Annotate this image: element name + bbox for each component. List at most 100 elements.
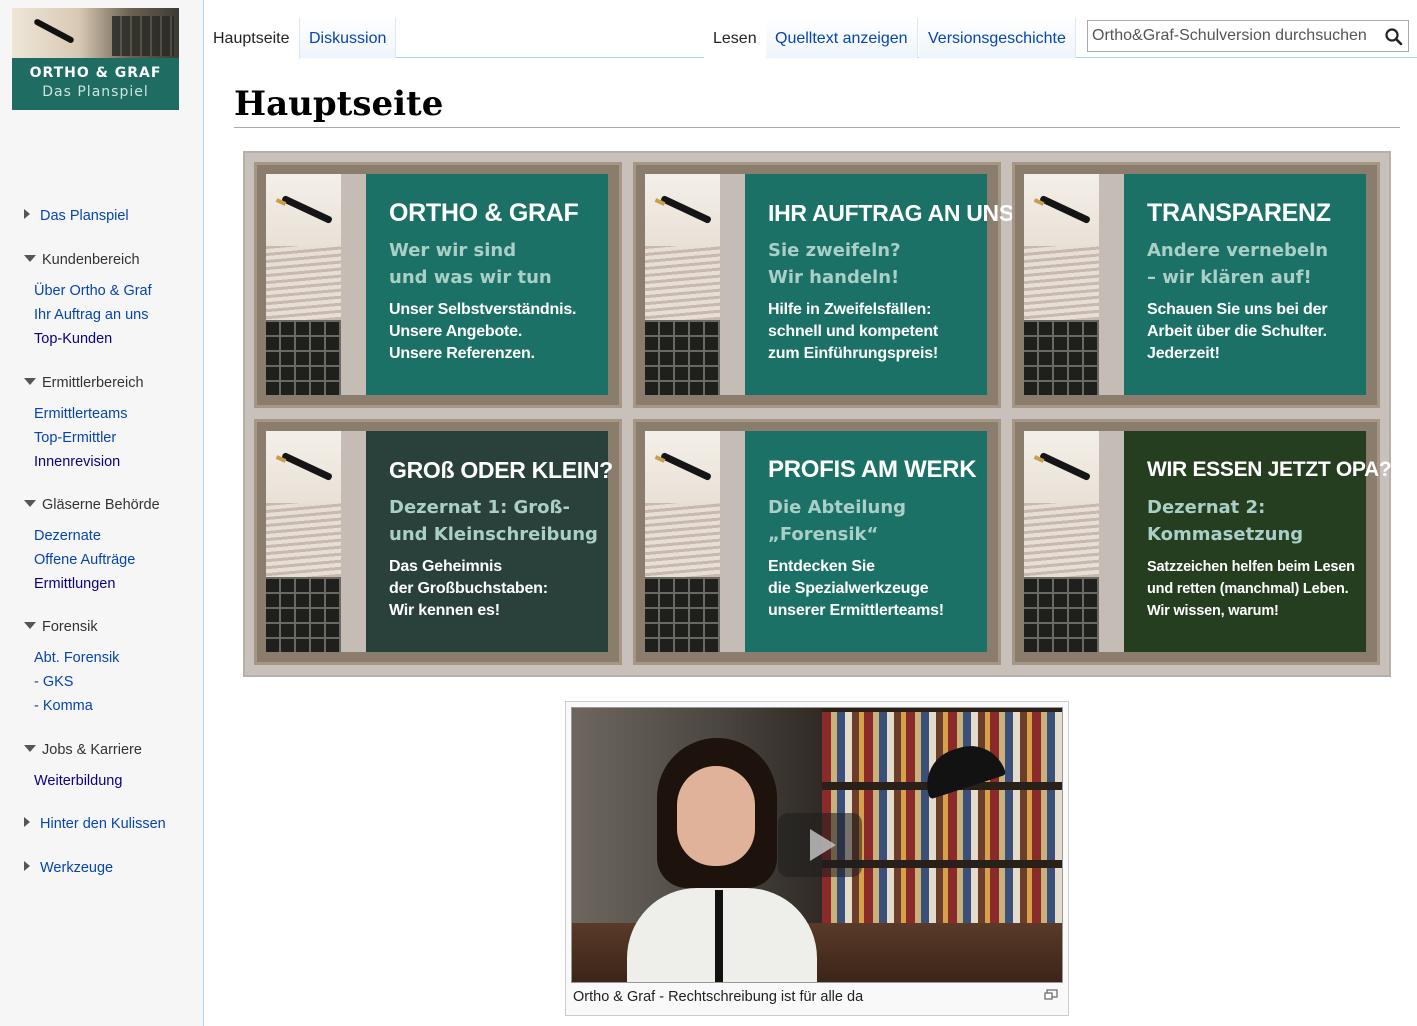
logo-subtitle: Das Planspiel [42, 84, 149, 100]
sidebar-item-gks[interactable]: - GKS [34, 674, 73, 690]
tile-panel: GROß ODER KLEIN? Dezernat 1: Groß- und K… [366, 431, 613, 652]
keyboard-icon [266, 577, 341, 652]
sidebar-item-ihr-auftrag[interactable]: Ihr Auftrag an uns [34, 307, 148, 323]
tile-panel: ORTHO & GRAF Wer wir sind und was wir tu… [366, 174, 608, 395]
search-icon[interactable] [1384, 27, 1404, 47]
tile-panel: WIR ESSEN JETZT OPA?! Dezernat 2: Kommas… [1124, 431, 1399, 652]
chevron-down-icon [24, 378, 36, 385]
tile-gross-oder-klein[interactable]: GROß ODER KLEIN? Dezernat 1: Groß- und K… [254, 419, 622, 665]
tab-versionsgeschichte[interactable]: Versionsgeschichte [919, 18, 1076, 58]
tile-subtitle: „Forensik“ [768, 524, 879, 545]
tile-panel: PROFIS AM WERK Die Abteilung „Forensik“ … [745, 431, 987, 652]
search-box [1087, 20, 1409, 52]
sidebar-item-werkzeuge[interactable]: Werkzeuge [24, 860, 113, 876]
chevron-down-icon [24, 255, 36, 262]
sidebar-section-kundenbereich[interactable]: Kundenbereich [24, 252, 140, 268]
tile-subtitle: Wir handeln! [768, 267, 900, 288]
sidebar-item-offene-auftraege[interactable]: Offene Aufträge [34, 552, 135, 568]
tab-hauptseite[interactable]: Hauptseite [204, 18, 300, 59]
sidebar-item-ueber-ortho-graf[interactable]: Über Ortho & Graf [34, 283, 152, 299]
sidebar-item-das-planspiel[interactable]: Das Planspiel [24, 208, 129, 224]
tile-ihr-auftrag[interactable]: IHR AUFTRAG AN UNS Sie zweifeln? Wir han… [633, 162, 1014, 408]
title-divider [234, 127, 1400, 128]
sidebar-item-ermittlungen[interactable]: Ermittlungen [34, 576, 115, 592]
tile-text: Satzzeichen helfen beim Lesen [1147, 559, 1355, 575]
tile-subtitle: Die Abteilung [768, 497, 907, 518]
tile-panel: IHR AUFTRAG AN UNS Sie zweifeln? Wir han… [745, 174, 1014, 395]
sidebar-item-innenrevision[interactable]: Innenrevision [34, 454, 120, 470]
chevron-down-icon [24, 500, 36, 507]
sidebar-section-forensik[interactable]: Forensik [24, 619, 98, 635]
tile-text: und retten (manchmal) Leben. [1147, 581, 1349, 597]
sidebar-section-jobs[interactable]: Jobs & Karriere [24, 742, 142, 758]
tile-text: Wir kennen es! [389, 602, 500, 619]
tile-heading: PROFIS AM WERK [768, 456, 977, 483]
video-thumbnail-box: Ortho & Graf - Rechtschreibung ist für a… [565, 701, 1069, 1016]
tile-image [1024, 174, 1099, 395]
chevron-right-icon [24, 209, 30, 219]
play-icon[interactable] [778, 813, 862, 877]
tile-heading: TRANSPARENZ [1147, 199, 1331, 227]
tile-wir-essen-jetzt-opa[interactable]: WIR ESSEN JETZT OPA?! Dezernat 2: Kommas… [1012, 419, 1399, 665]
sidebar-section-ermittlerbereich[interactable]: Ermittlerbereich [24, 375, 144, 391]
tile-heading: GROß ODER KLEIN? [389, 457, 613, 483]
tile-text: Wir wissen, warum! [1147, 603, 1279, 619]
keyboard-icon [645, 577, 720, 652]
tile-text: Unsere Angebote. [389, 323, 523, 340]
tile-image [266, 174, 341, 395]
tile-text: Entdecken Sie [768, 558, 875, 575]
tile-heading: WIR ESSEN JETZT OPA?! [1147, 458, 1399, 481]
tile-image [1024, 431, 1099, 652]
sidebar-section-glaeserne-behoerde[interactable]: Gläserne Behörde [24, 497, 160, 513]
video-player[interactable] [571, 707, 1063, 983]
tile-subtitle: Kommasetzung [1147, 524, 1304, 545]
tile-text: zum Einführungspreis! [768, 345, 939, 362]
tile-subtitle: Andere vernebeln [1147, 240, 1329, 261]
tile-panel: TRANSPARENZ Andere vernebeln – wir kläre… [1124, 174, 1366, 395]
tile-subtitle: – wir klären auf! [1147, 267, 1312, 288]
tile-text: die Spezialwerkzeuge [768, 580, 929, 597]
sidebar-item-ermittlerteams[interactable]: Ermittlerteams [34, 406, 127, 422]
tile-image [266, 431, 341, 652]
tab-lesen[interactable]: Lesen [704, 18, 767, 59]
tile-grid: ORTHO & GRAF Wer wir sind und was wir tu… [243, 151, 1399, 677]
tile-text: Hilfe in Zweifelsfällen: [768, 301, 932, 318]
site-logo[interactable]: ORTHO & GRAF Das Planspiel [12, 8, 179, 110]
sidebar-section-label: Gläserne Behörde [42, 497, 160, 513]
sidebar-item-komma[interactable]: - Komma [34, 698, 93, 714]
tile-profis-am-werk[interactable]: PROFIS AM WERK Die Abteilung „Forensik“ … [633, 419, 1001, 665]
sidebar-item-dezernate[interactable]: Dezernate [34, 528, 101, 544]
tile-text: Unsere Referenzen. [389, 345, 535, 362]
video-caption: Ortho & Graf - Rechtschreibung ist für a… [573, 989, 864, 1005]
logo-title: ORTHO & GRAF [29, 65, 162, 81]
tile-ortho-graf[interactable]: ORTHO & GRAF Wer wir sind und was wir tu… [254, 162, 622, 408]
keyboard-icon [1024, 320, 1099, 395]
sidebar-item-top-ermittler[interactable]: Top-Ermittler [34, 430, 116, 446]
sidebar-section-label: Kundenbereich [42, 252, 140, 268]
sidebar-item-top-kunden[interactable]: Top-Kunden [34, 331, 112, 347]
tile-subtitle: Wer wir sind [389, 240, 517, 261]
search-input[interactable] [1088, 21, 1378, 51]
tab-quelltext-anzeigen[interactable]: Quelltext anzeigen [766, 18, 918, 58]
keyboard-icon [1024, 577, 1099, 652]
tile-text: schnell und kompetent [768, 323, 939, 340]
tab-diskussion[interactable]: Diskussion [300, 18, 397, 58]
tile-heading: IHR AUFTRAG AN UNS [768, 200, 1014, 226]
tile-transparenz[interactable]: TRANSPARENZ Andere vernebeln – wir kläre… [1012, 162, 1380, 408]
chevron-down-icon [24, 745, 36, 752]
sidebar-item-abt-forensik[interactable]: Abt. Forensik [34, 650, 119, 666]
chevron-down-icon [24, 622, 36, 629]
chevron-right-icon [24, 861, 30, 871]
sidebar-section-label: Ermittlerbereich [42, 375, 144, 391]
sidebar-item-hinter-den-kulissen[interactable]: Hinter den Kulissen [24, 816, 166, 832]
keyboard-icon [645, 320, 720, 395]
sidebar-item-label: Hinter den Kulissen [40, 816, 166, 832]
keyboard-icon [266, 320, 341, 395]
page-title: Hauptseite [234, 84, 444, 124]
tile-text: unserer Ermittlerteams! [768, 602, 944, 619]
presenter-image [627, 738, 817, 982]
enlarge-icon[interactable] [1044, 989, 1058, 1001]
sidebar-item-weiterbildung[interactable]: Weiterbildung [34, 773, 122, 789]
tile-heading: ORTHO & GRAF [389, 199, 579, 227]
sidebar: ORTHO & GRAF Das Planspiel Das Planspiel… [0, 0, 204, 1026]
